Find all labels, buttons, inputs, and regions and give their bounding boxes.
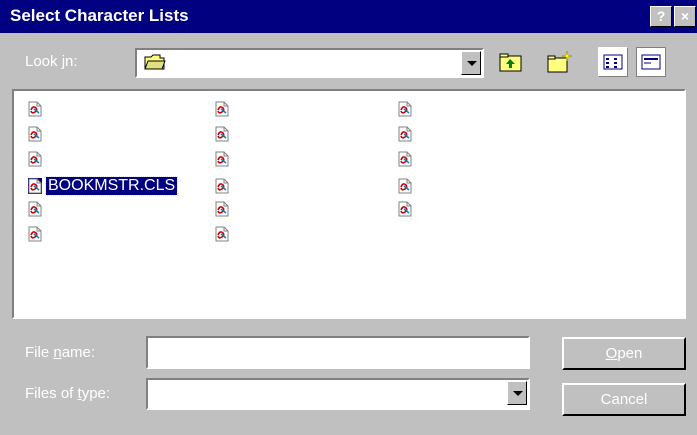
file-icon <box>215 101 229 117</box>
file-list[interactable]: BOOKMSTR.CLS <box>12 89 686 319</box>
file-name-field[interactable] <box>146 336 530 369</box>
list-item[interactable] <box>28 199 42 219</box>
list-item[interactable] <box>215 124 229 144</box>
chevron-down-icon[interactable] <box>507 381 527 405</box>
list-item[interactable] <box>398 99 412 119</box>
list-item[interactable] <box>28 99 42 119</box>
create-new-folder-button[interactable] <box>544 47 574 77</box>
look-in-combo[interactable] <box>135 48 484 78</box>
help-icon: ? <box>656 8 666 24</box>
open-button[interactable]: Open <box>562 337 686 370</box>
list-item[interactable] <box>215 149 229 169</box>
list-item[interactable] <box>28 149 42 169</box>
file-icon <box>398 178 412 194</box>
chevron-down-icon[interactable] <box>461 51 481 75</box>
window-title: Select Character Lists <box>10 6 189 25</box>
file-icon <box>215 226 229 242</box>
file-icon <box>215 126 229 142</box>
list-item[interactable] <box>28 124 42 144</box>
details-view-icon <box>641 54 661 70</box>
folder-icon <box>144 54 166 70</box>
list-view-icon <box>603 54 623 70</box>
list-item[interactable] <box>398 199 412 219</box>
file-icon <box>28 126 42 142</box>
close-icon: × <box>680 8 690 24</box>
title-bar[interactable]: Select Character Lists ? × <box>0 0 697 33</box>
new-folder-icon <box>547 50 573 73</box>
details-view-button[interactable] <box>636 47 666 77</box>
close-button[interactable]: × <box>674 6 696 27</box>
help-button[interactable]: ? <box>650 6 672 27</box>
file-icon <box>398 201 412 217</box>
look-in-label: Look jn: <box>25 53 78 70</box>
list-item[interactable] <box>215 224 229 244</box>
cancel-button[interactable]: Cancel <box>562 383 686 416</box>
file-icon <box>28 101 42 117</box>
file-icon <box>215 201 229 217</box>
list-item[interactable] <box>215 176 229 196</box>
file-icon <box>28 201 42 217</box>
list-item[interactable] <box>215 99 229 119</box>
files-of-type-combo[interactable] <box>146 378 530 410</box>
file-name-label: File name: <box>25 344 96 361</box>
list-item[interactable] <box>398 124 412 144</box>
file-icon <box>398 151 412 167</box>
up-one-level-button[interactable] <box>496 47 526 77</box>
file-icon <box>28 151 42 167</box>
file-icon <box>398 126 412 142</box>
file-icon <box>398 101 412 117</box>
list-item-selected[interactable]: BOOKMSTR.CLS <box>28 176 179 196</box>
files-of-type-label: Files of type: <box>25 385 111 402</box>
list-item[interactable] <box>398 149 412 169</box>
file-icon <box>215 151 229 167</box>
list-item[interactable] <box>28 224 42 244</box>
file-name: BOOKMSTR.CLS <box>44 176 179 196</box>
file-icon <box>28 178 42 194</box>
file-icon <box>28 226 42 242</box>
list-item[interactable] <box>215 199 229 219</box>
list-item[interactable] <box>398 176 412 196</box>
list-view-button[interactable] <box>598 47 628 77</box>
up-folder-icon <box>499 53 522 72</box>
file-icon <box>215 178 229 194</box>
